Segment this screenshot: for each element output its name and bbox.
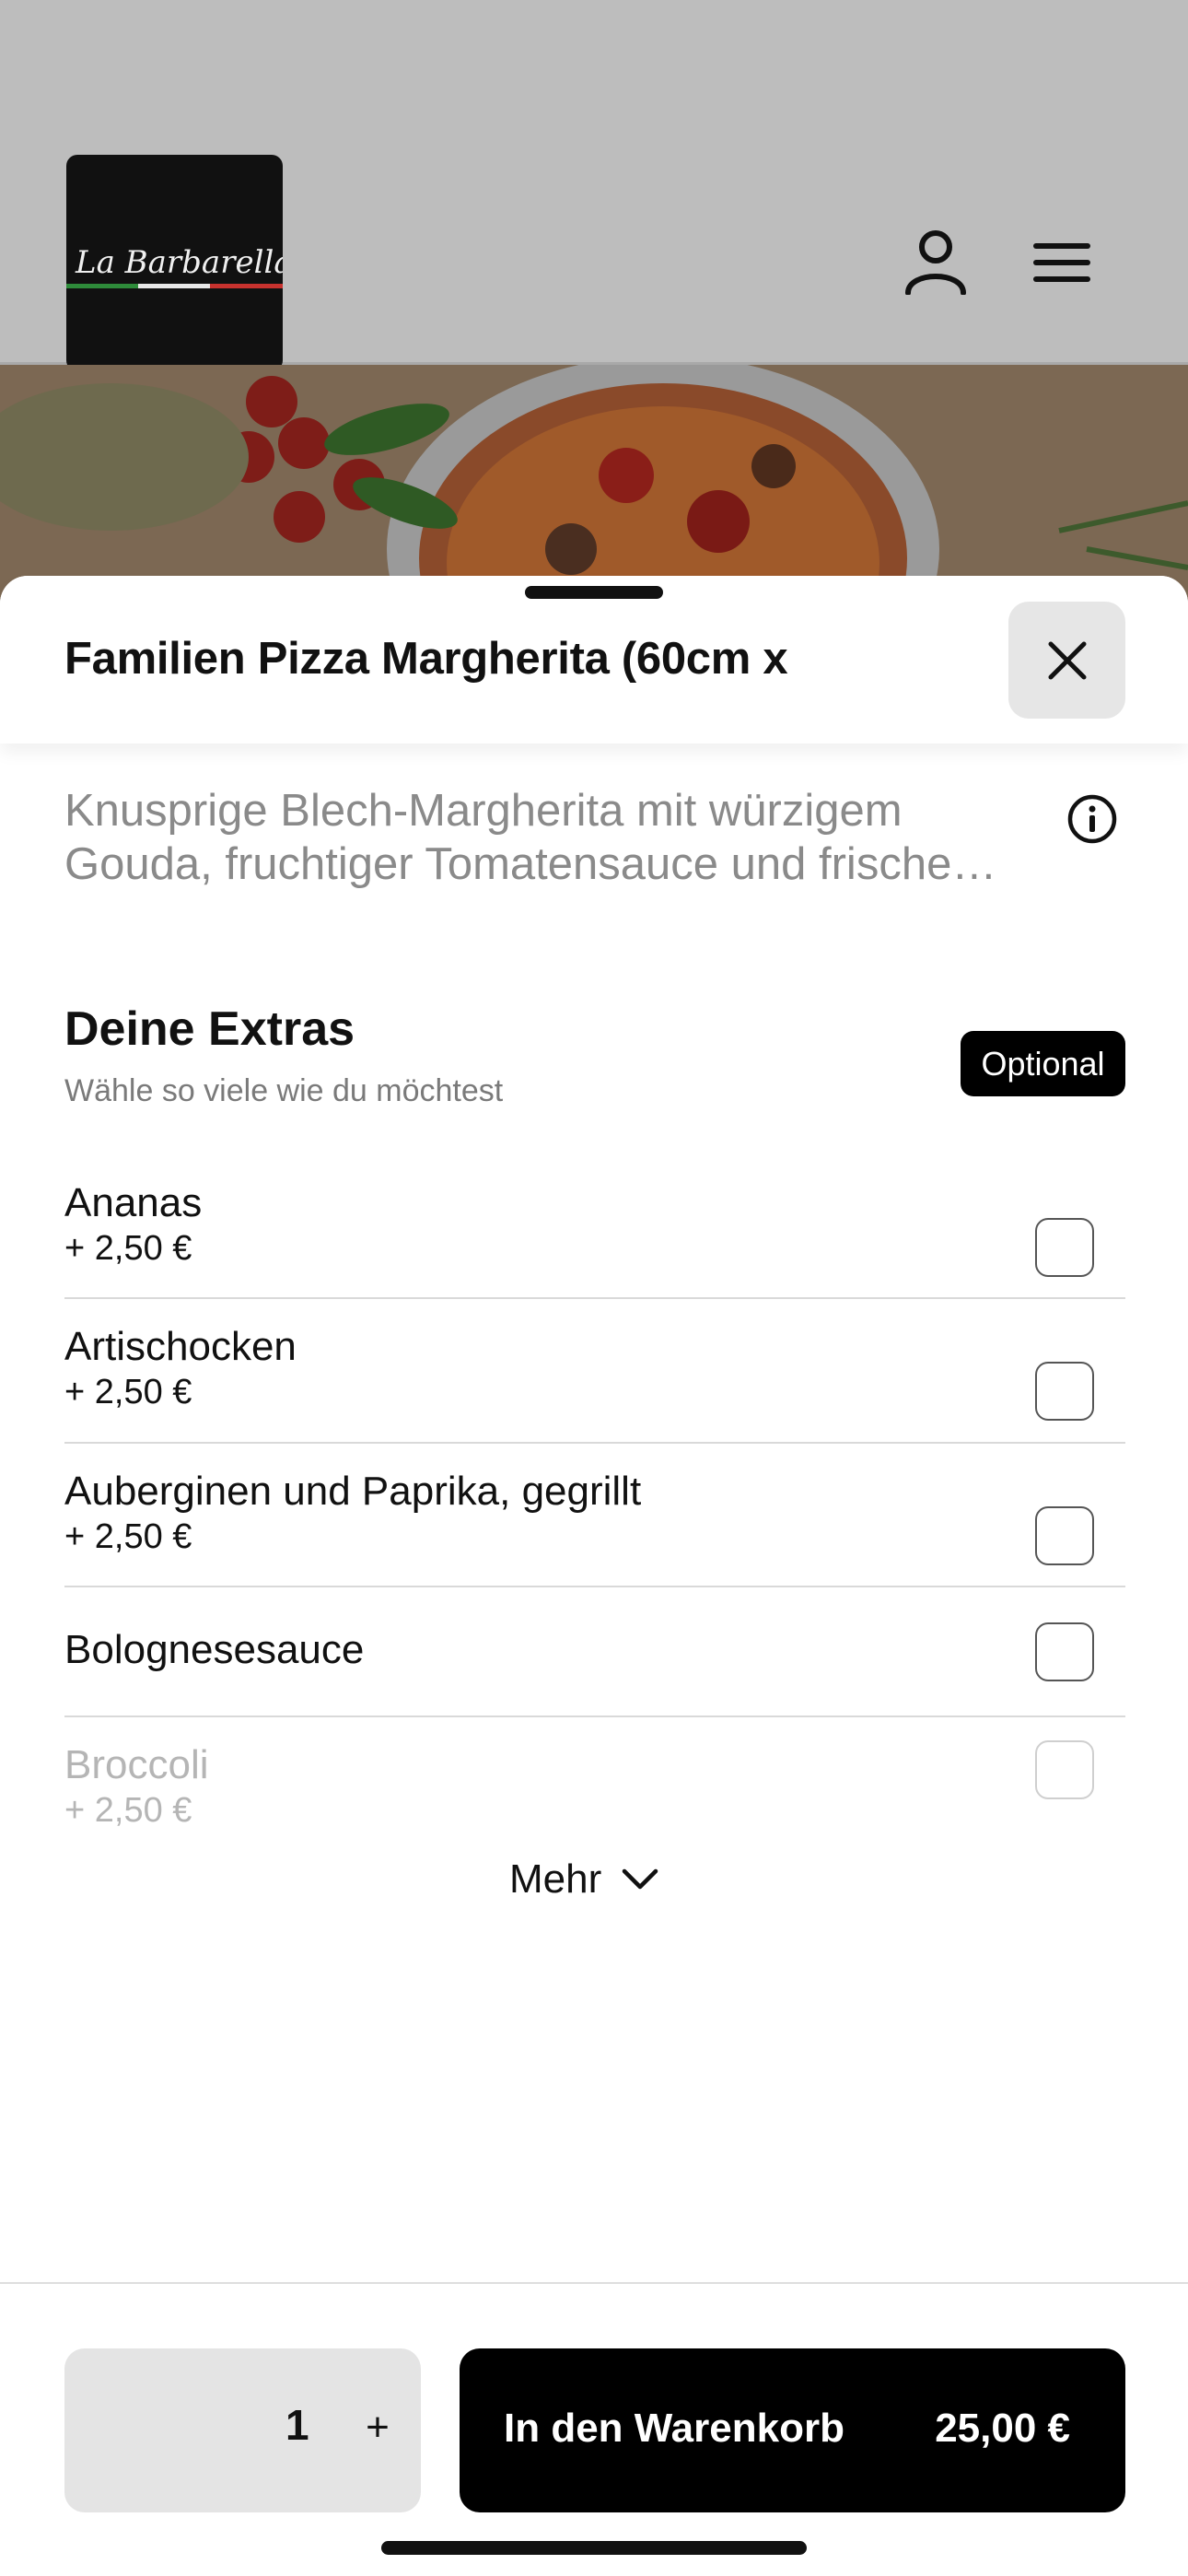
- more-button[interactable]: Mehr: [509, 1856, 658, 1903]
- description-line: Gouda, fruchtiger Tomatensauce und frisc…: [64, 839, 997, 889]
- divider: [64, 1586, 1125, 1587]
- home-indicator: [381, 2541, 807, 2555]
- extra-name: Auberginen und Paprika, gegrillt: [64, 1469, 642, 1514]
- product-sheet: Familien Pizza Margherita (60cm x Knuspr…: [0, 576, 1188, 2576]
- divider: [64, 1715, 1125, 1717]
- extra-name: Ananas: [64, 1180, 203, 1225]
- extra-item[interactable]: Auberginen und Paprika, gegrillt + 2,50 …: [64, 1468, 1125, 1565]
- divider: [64, 1442, 1125, 1444]
- sheet-header: Familien Pizza Margherita (60cm x: [0, 576, 1188, 744]
- extra-item[interactable]: Broccoli + 2,50 €: [64, 1740, 1125, 1832]
- extras-title: Deine Extras: [64, 1002, 355, 1056]
- extra-item[interactable]: Artischocken + 2,50 €: [64, 1323, 1125, 1421]
- info-icon[interactable]: [1066, 793, 1118, 849]
- user-icon[interactable]: [903, 228, 969, 299]
- brand-logo[interactable]: La Barbarella: [66, 155, 283, 371]
- quantity-value: 1: [285, 2401, 309, 2449]
- product-title: Familien Pizza Margherita (60cm x: [64, 634, 788, 684]
- extra-checkbox[interactable]: [1035, 1740, 1094, 1799]
- quantity-stepper[interactable]: 1 +: [64, 2348, 421, 2512]
- logo-script: La Barbarella: [75, 244, 283, 281]
- sheet-grabber[interactable]: [525, 586, 663, 599]
- extra-checkbox[interactable]: [1035, 1506, 1094, 1565]
- extra-price: + 2,50 €: [64, 1517, 192, 1556]
- extra-item[interactable]: Bolognesesauce: [64, 1622, 1125, 1681]
- extra-checkbox[interactable]: [1035, 1362, 1094, 1421]
- menu-icon[interactable]: [1033, 241, 1092, 288]
- extra-item[interactable]: Ananas + 2,50 €: [64, 1179, 1125, 1277]
- increment-button[interactable]: +: [341, 2391, 414, 2465]
- close-button[interactable]: [1008, 602, 1125, 719]
- extra-price: + 2,50 €: [64, 1373, 192, 1411]
- extras-subtitle: Wähle so viele wie du möchtest: [64, 1073, 504, 1108]
- description-line: Knusprige Blech-Margherita mit würzigem: [64, 786, 903, 836]
- add-to-cart-button[interactable]: In den Warenkorb 25,00 €: [460, 2348, 1125, 2512]
- logo-artwork: La Barbarella: [66, 244, 283, 288]
- cart-price: 25,00 €: [935, 2406, 1070, 2451]
- extra-price: + 2,50 €: [64, 1229, 192, 1268]
- cart-label: In den Warenkorb: [504, 2406, 844, 2451]
- extra-name: Artischocken: [64, 1324, 297, 1369]
- hero-image: [0, 365, 1188, 604]
- extra-price: + 2,50 €: [64, 1791, 192, 1830]
- optional-badge: Optional: [961, 1031, 1125, 1096]
- extra-name: Broccoli: [64, 1742, 209, 1787]
- extra-checkbox[interactable]: [1035, 1218, 1094, 1277]
- product-description: Knusprige Blech-Margherita mit würzigem …: [64, 784, 1059, 891]
- extra-checkbox[interactable]: [1035, 1622, 1094, 1681]
- more-label: Mehr: [509, 1856, 602, 1902]
- extra-name: Bolognesesauce: [64, 1627, 365, 1672]
- close-icon: [1048, 641, 1086, 679]
- footer-divider: [0, 2282, 1188, 2284]
- divider: [64, 1297, 1125, 1299]
- chevron-down-icon: [623, 1868, 658, 1890]
